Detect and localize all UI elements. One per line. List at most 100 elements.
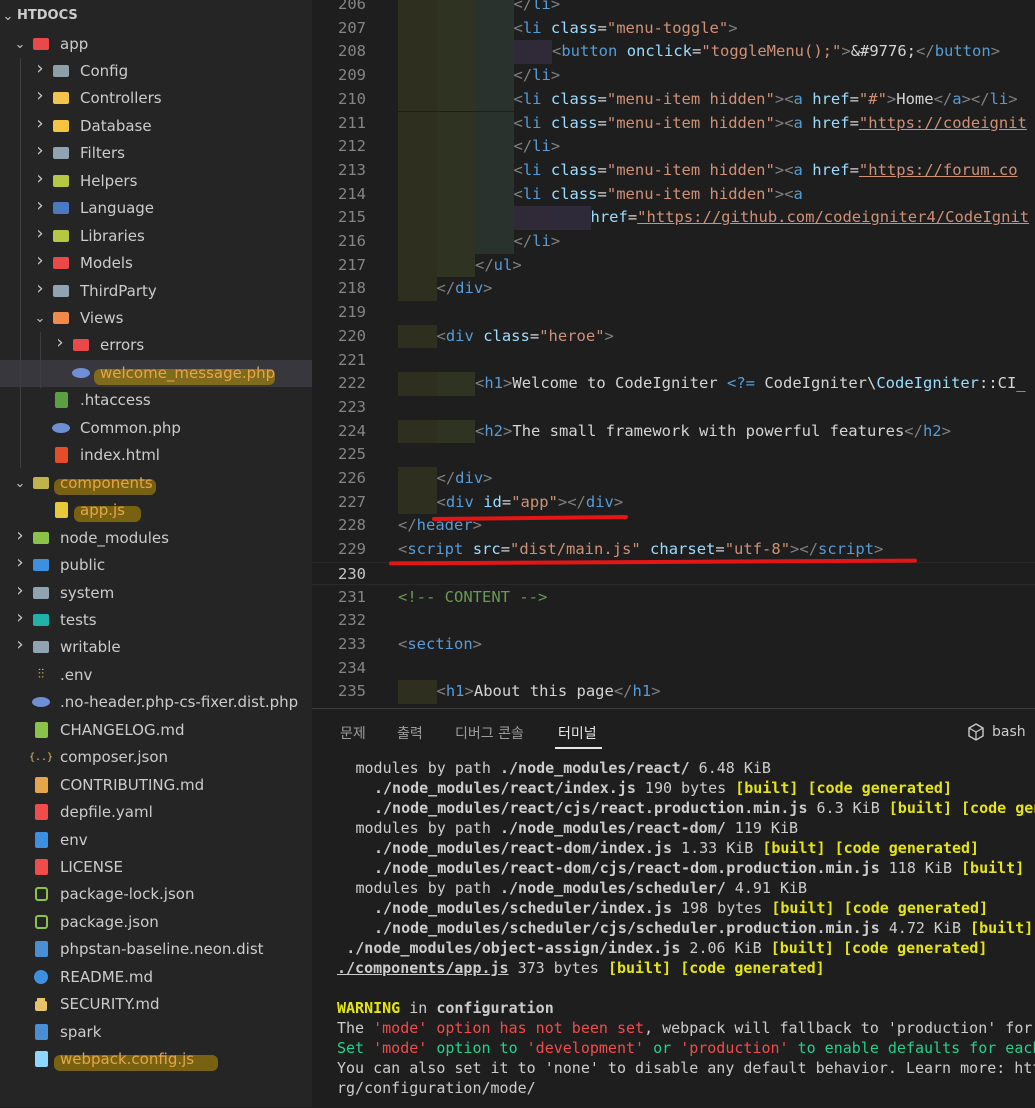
tree-item[interactable]: › Helpers	[0, 168, 312, 195]
indent-rainbow-block	[475, 158, 514, 183]
tree-item-label: Config	[80, 61, 129, 80]
line-number: 218	[338, 279, 366, 298]
tree-item[interactable]: › tests	[0, 607, 312, 634]
chevron-down-icon: ⌄	[2, 9, 14, 24]
tree-item[interactable]: LICENSE	[0, 854, 312, 881]
tree-item[interactable]: › public	[0, 552, 312, 579]
tab-output[interactable]: 출력	[397, 723, 423, 743]
folder-filters-icon	[52, 144, 70, 162]
tree-item[interactable]: › errors	[0, 332, 312, 359]
code-line: 234	[312, 657, 1035, 681]
tree-item[interactable]: › system	[0, 580, 312, 607]
tree-item[interactable]: › ThirdParty	[0, 278, 312, 305]
tree-item[interactable]: README.md	[0, 964, 312, 991]
code-text: <li class="menu-item hidden"><a href="#"…	[513, 89, 1018, 108]
indent-rainbow-block	[398, 253, 437, 278]
tree-item[interactable]: › Controllers	[0, 85, 312, 112]
line-number: 231	[338, 587, 366, 606]
tree-item[interactable]: env	[0, 827, 312, 854]
explorer-root-header[interactable]: ⌄ HTDOCS	[0, 3, 312, 30]
tree-item[interactable]: welcome_message.php	[0, 359, 312, 387]
tree-item[interactable]: › Models	[0, 250, 312, 277]
tree-item-label: Helpers	[80, 171, 138, 190]
tree-item[interactable]: depfile.yaml	[0, 799, 312, 826]
code-text: <div class="heroe">	[436, 326, 614, 345]
code-text: href="https://github.com/codeigniter4/Co…	[590, 208, 1030, 227]
tree-item-label: app	[60, 34, 89, 53]
chevron-right-icon: ›	[36, 57, 44, 79]
code-line: 214 <li class="menu-item hidden"><a	[312, 182, 1035, 207]
indent-rainbow-block	[436, 111, 475, 136]
tree-item-label: LICENSE	[60, 858, 123, 876]
tab-terminal[interactable]: 터미널	[558, 723, 597, 743]
tree-item-label: Common.php	[80, 418, 181, 437]
folder-language-icon	[52, 199, 70, 217]
line-number: 206	[338, 0, 366, 13]
tree-item[interactable]: Common.php	[0, 415, 312, 442]
line-number: 212	[338, 137, 366, 156]
indent-rainbow-block	[475, 64, 514, 88]
tree-item[interactable]: package.json	[0, 909, 312, 936]
code-line: 207 <li class="menu-toggle">	[312, 16, 1035, 41]
code-line: 230	[312, 561, 1035, 586]
folder-writable-icon	[32, 638, 50, 656]
code-line: 224 <h2>The small framework with powerful…	[312, 419, 1035, 444]
tree-item[interactable]: › Libraries	[0, 223, 312, 250]
tree-item[interactable]: .no-header.php-cs-fixer.dist.php	[0, 689, 312, 716]
tree-item[interactable]: › node_modules	[0, 525, 312, 552]
php-file-icon	[72, 364, 90, 382]
tab-problems[interactable]: 문제	[340, 723, 366, 743]
tree-item[interactable]: CONTRIBUTING.md	[0, 772, 312, 799]
tree-item[interactable]: .htaccess	[0, 387, 312, 414]
tree-item[interactable]: ⫶⫶ .env	[0, 662, 312, 689]
yaml-file-icon	[32, 803, 50, 821]
tree-item[interactable]: › Language	[0, 195, 312, 222]
tree-item[interactable]: package-lock.json	[0, 881, 312, 908]
tree-item[interactable]: › writable	[0, 634, 312, 661]
terminal-shell-selector[interactable]: bash	[967, 723, 1026, 741]
line-number: 222	[338, 374, 366, 393]
line-number: 208	[338, 42, 366, 61]
code-text: <h1>Welcome to CodeIgniter <?= CodeIgnit…	[475, 374, 1026, 393]
code-line: 210 <li class="menu-item hidden"><a href=…	[312, 87, 1035, 112]
tree-item[interactable]: ⌄ app	[0, 31, 312, 58]
code-line: 219	[312, 301, 1035, 325]
line-number: 214	[338, 184, 366, 203]
code-text: <div id="app"></div>	[436, 492, 624, 511]
indent-rainbow-block	[398, 372, 437, 396]
tree-item-label: Views	[80, 309, 124, 327]
htaccess-file-icon	[52, 391, 70, 409]
code-editor[interactable]: 206 </li> 207 <li class="menu-toggle"> 208 <b…	[312, 0, 1035, 708]
vscode-window: ⌄ HTDOCS ⌄ app › Config › Controllers › Databas…	[0, 0, 1035, 1108]
terminal-line: modules by path ./node_modules/react/ 6.…	[355, 759, 771, 777]
tree-item[interactable]: › Config	[0, 58, 312, 85]
terminal-line: modules by path ./node_modules/scheduler…	[355, 879, 808, 897]
code-text: <li class="menu-toggle">	[513, 18, 738, 37]
tree-item[interactable]: › Database	[0, 113, 312, 140]
tree-item[interactable]: ⌄ Views	[0, 305, 312, 332]
tree-item[interactable]: CHANGELOG.md	[0, 717, 312, 744]
code-line: 212 </li>	[312, 135, 1035, 159]
tree-item[interactable]: app.js	[0, 497, 312, 524]
indent-rainbow-block	[475, 230, 514, 254]
tree-item[interactable]: spark	[0, 1019, 312, 1046]
tree-item[interactable]: {..} composer.json	[0, 744, 312, 771]
tab-debug-console[interactable]: 디버그 콘솔	[455, 723, 524, 743]
tree-item[interactable]: phpstan-baseline.neon.dist	[0, 936, 312, 963]
terminal-line: rg/configuration/mode/	[337, 1079, 536, 1097]
code-line: 227 <div id="app"></div>	[312, 490, 1035, 515]
lock-icon	[32, 995, 50, 1013]
indent-rainbow-block	[398, 182, 437, 207]
code-line: 226 </div>	[312, 467, 1035, 491]
code-line: 216 </li>	[312, 230, 1035, 254]
tree-item[interactable]: webpack.config.js	[0, 1046, 312, 1073]
folder-node-icon	[32, 529, 50, 547]
tree-item-label: composer.json	[60, 748, 169, 767]
tree-item[interactable]: SECURITY.md	[0, 991, 312, 1018]
tree-item[interactable]: › Filters	[0, 140, 312, 167]
chevron-right-icon: ›	[36, 250, 44, 272]
folder-components-icon	[32, 474, 50, 492]
tree-item[interactable]: index.html	[0, 442, 312, 469]
tree-item[interactable]: ⌄ components	[0, 470, 312, 497]
terminal-line: ./node_modules/react/index.js 190 bytes …	[374, 779, 952, 797]
